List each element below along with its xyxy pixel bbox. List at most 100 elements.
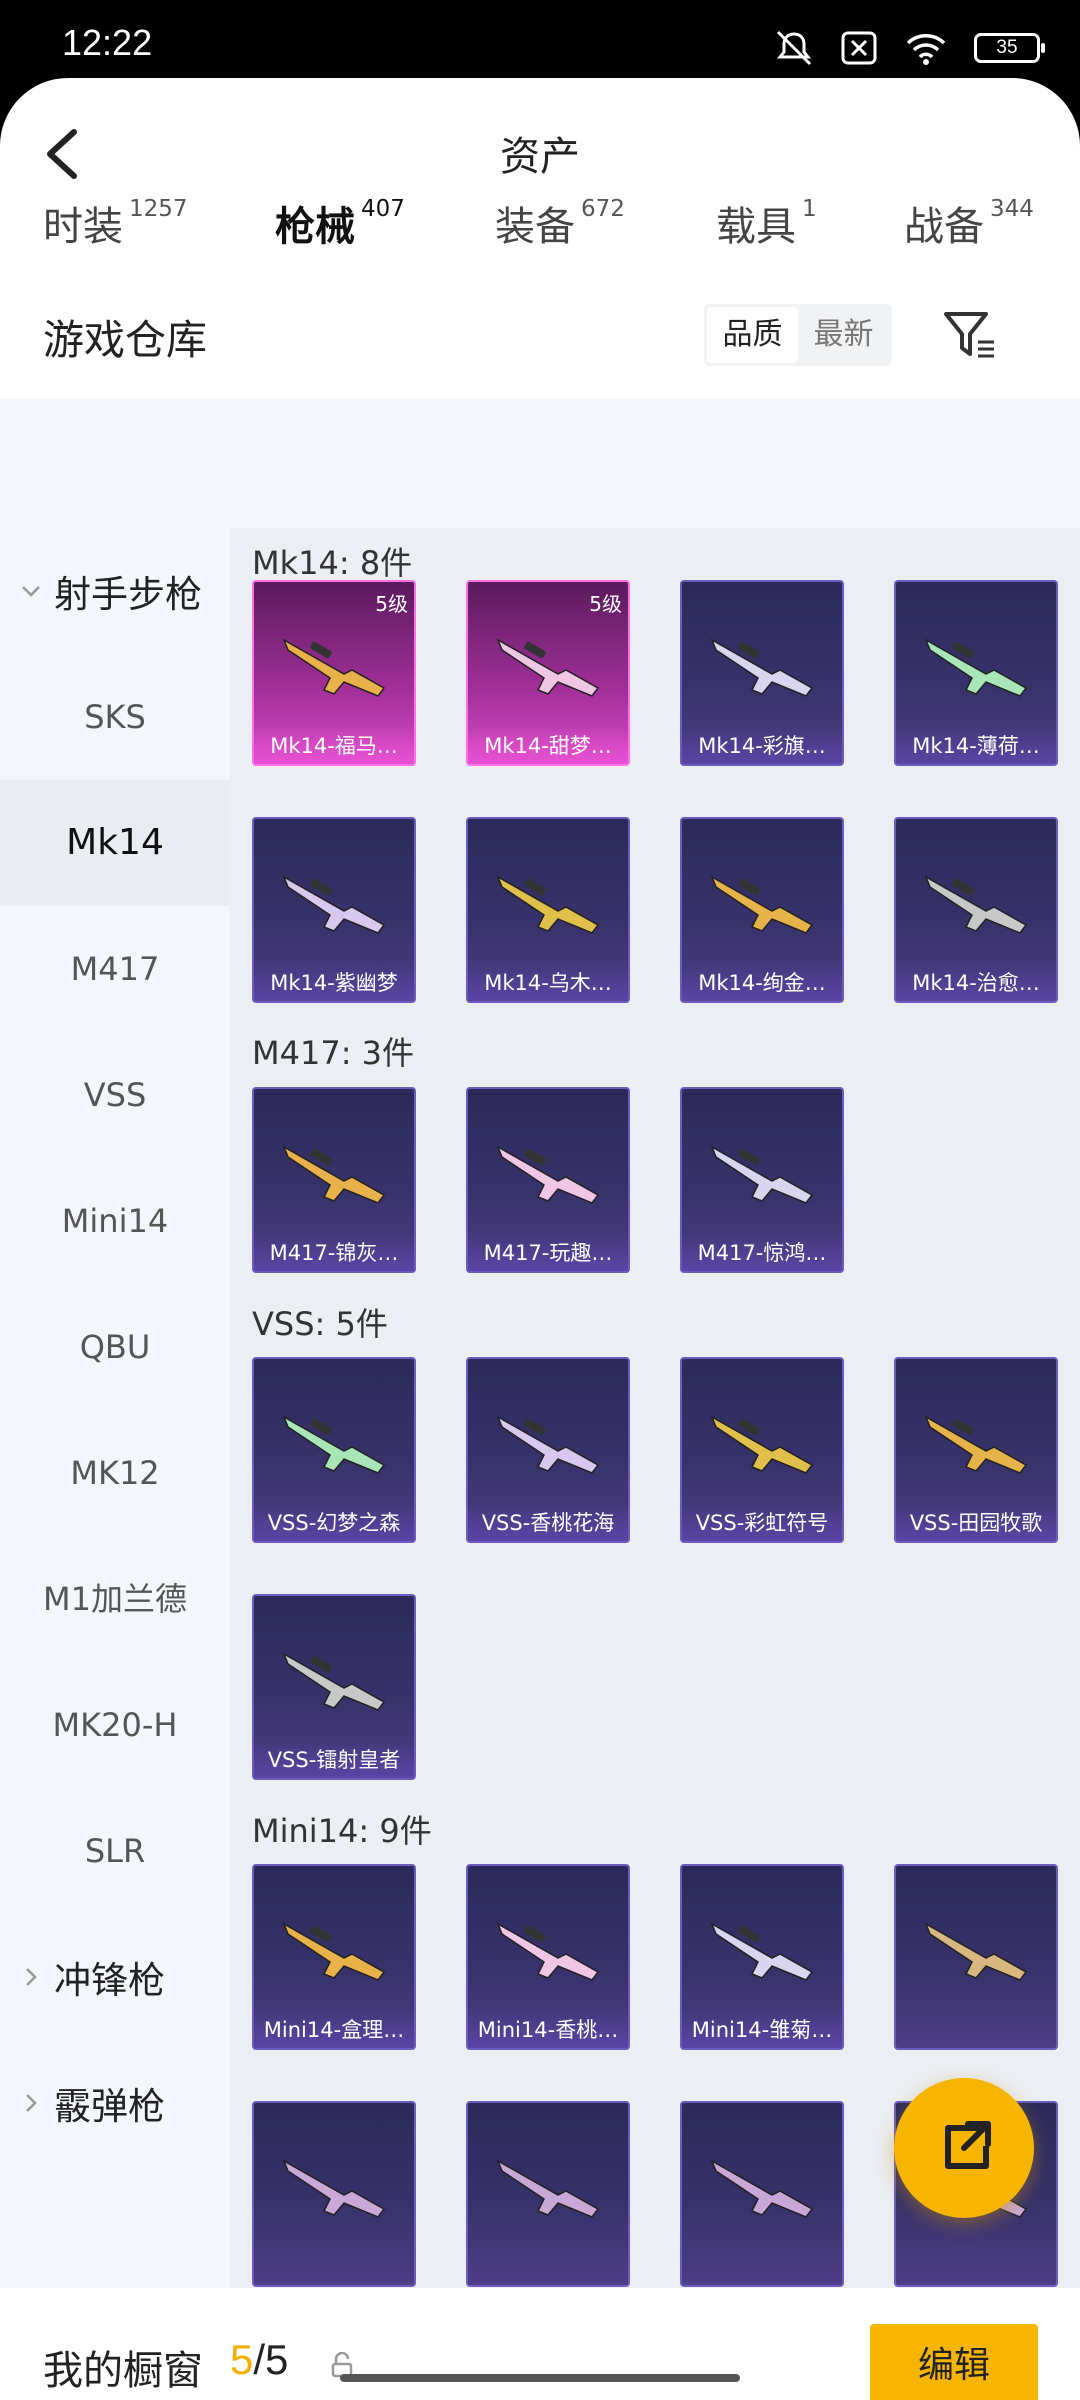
sidebar-group-shotgun[interactable]: 霰弹枪 [0, 2040, 230, 2166]
rifle-icon [710, 2159, 814, 2218]
skin-name: VSS-田园牧歌 [896, 1505, 1056, 1541]
sort-newest-button[interactable]: 最新 [798, 307, 889, 363]
rifle-icon [710, 1415, 814, 1474]
skin-card[interactable]: M417-玩趣… [466, 1087, 630, 1273]
skin-card[interactable]: VSS-田园牧歌 [894, 1357, 1058, 1543]
tab-equipment[interactable]: 装备 672 [495, 194, 625, 254]
showcase-bar: 我的橱窗 5/5 编辑 [0, 2288, 1080, 2400]
rifle-icon [924, 875, 1028, 934]
status-time: 12:22 [62, 22, 153, 63]
tab-count: 407 [361, 196, 405, 222]
skin-card[interactable]: M417-锦灰… [252, 1087, 416, 1273]
skin-card[interactable]: Mk14-治愈… [894, 817, 1058, 1003]
sidebar-item-qbu[interactable]: QBU [0, 1284, 230, 1410]
skin-card[interactable]: Mini14-雏菊… [680, 1864, 844, 2050]
sidebar-item-mk14[interactable]: Mk14 [0, 780, 230, 906]
rifle-icon [282, 875, 386, 934]
rifle-icon [710, 875, 814, 934]
skin-card[interactable]: 5级 Mk14-甜梦… [466, 580, 630, 766]
sim-off-icon [841, 31, 877, 65]
tab-fashion[interactable]: 时装 1257 [43, 194, 188, 254]
sidebar-item-mk12[interactable]: MK12 [0, 1410, 230, 1536]
skin-card[interactable] [894, 1864, 1058, 2050]
rifle-icon [924, 638, 1028, 697]
skin-card[interactable] [680, 2101, 844, 2287]
sort-quality-button[interactable]: 品质 [707, 307, 798, 363]
tab-label: 战备 [904, 204, 984, 250]
sidebar-group-label: 射手步枪 [54, 573, 202, 616]
share-icon [945, 2121, 991, 2169]
skin-name: Mini14-香桃… [468, 2012, 628, 2048]
rifle-icon [496, 1415, 600, 1474]
skin-card[interactable]: 5级 Mk14-福马… [252, 580, 416, 766]
tab-label: 载具 [716, 204, 796, 250]
tab-firearms[interactable]: 枪械 407 [275, 194, 405, 254]
skin-card[interactable]: Mk14-彩旗… [680, 580, 844, 766]
skin-card[interactable]: Mk14-紫幽梦 [252, 817, 416, 1003]
skin-name: VSS-香桃花海 [468, 1505, 628, 1541]
share-button[interactable] [894, 2078, 1034, 2218]
status-bar: 12:22 35 [0, 0, 1080, 78]
chevron-down-icon [22, 586, 40, 597]
skin-card[interactable]: Mini14-盒理… [252, 1864, 416, 2050]
group-title: Mini14: 9件 [252, 1812, 432, 1850]
skin-name: Mk14-福马… [254, 728, 414, 764]
edit-button[interactable]: 编辑 [870, 2324, 1038, 2400]
tab-label: 装备 [495, 204, 575, 250]
filter-icon[interactable] [940, 304, 1000, 364]
tab-count: 672 [581, 196, 625, 222]
sidebar-item-sks[interactable]: SKS [0, 654, 230, 780]
rifle-icon [924, 1922, 1028, 1981]
wifi-icon [906, 34, 946, 65]
skin-name: Mk14-绚金… [682, 965, 842, 1001]
showcase-label: 我的橱窗 [43, 2348, 203, 2394]
sidebar-item-mk20h[interactable]: MK20-H [0, 1662, 230, 1788]
asset-sheet: 资产 游戏仓库 品质 最新 时装 1257 枪械 407 装备 672 载具 1 战备 3… [0, 78, 1080, 2400]
skin-card[interactable]: VSS-香桃花海 [466, 1357, 630, 1543]
skin-card[interactable]: VSS-镭射皇者 [252, 1594, 416, 1780]
rifle-icon [710, 1145, 814, 1204]
skin-card[interactable] [252, 2101, 416, 2287]
sidebar-item-m417[interactable]: M417 [0, 906, 230, 1032]
skin-name: Mini14-雏菊… [682, 2012, 842, 2048]
skin-card[interactable]: Mk14-绚金… [680, 817, 844, 1003]
category-tabs [0, 398, 1080, 528]
skin-name: Mk14-治愈… [896, 965, 1056, 1001]
skin-grid: Mk14: 8件 M417: 3件 VSS: 5件 Mini14: 9件 5级 M… [230, 528, 1080, 2288]
skin-card[interactable]: VSS-彩虹符号 [680, 1357, 844, 1543]
tab-vehicles[interactable]: 载具 1 [716, 194, 817, 254]
weapon-sidebar: 射手步枪 SKS Mk14 M417 VSS Mini14 QBU MK12 M… [0, 528, 230, 2288]
sidebar-group-smg[interactable]: 冲锋枪 [0, 1914, 230, 2040]
sidebar-item-m1-garand[interactable]: M1加兰德 [0, 1536, 230, 1662]
sidebar-item-vss[interactable]: VSS [0, 1032, 230, 1158]
rifle-icon [282, 1145, 386, 1204]
group-title: Mk14: 8件 [252, 544, 413, 582]
skin-name: M417-锦灰… [254, 1235, 414, 1271]
skin-card[interactable]: VSS-幻梦之森 [252, 1357, 416, 1543]
skin-card[interactable]: M417-惊鸿… [680, 1087, 844, 1273]
skin-name: Mk14-紫幽梦 [254, 965, 414, 1001]
rifle-icon [496, 1922, 600, 1981]
sidebar-group-marksman[interactable]: 射手步枪 [0, 528, 230, 654]
rifle-icon [496, 875, 600, 934]
rifle-icon [924, 1415, 1028, 1474]
tab-supplies[interactable]: 战备 344 [904, 194, 1034, 254]
skin-card[interactable]: Mk14-薄荷… [894, 580, 1058, 766]
skin-name: VSS-镭射皇者 [254, 1742, 414, 1778]
skin-card[interactable]: Mk14-乌木… [466, 817, 630, 1003]
sidebar-group-label: 霰弹枪 [54, 2085, 165, 2128]
sidebar-item-mini14[interactable]: Mini14 [0, 1158, 230, 1284]
sidebar-item-slr[interactable]: SLR [0, 1788, 230, 1914]
skin-name: Mini14-盒理… [254, 2012, 414, 2048]
skin-name: VSS-幻梦之森 [254, 1505, 414, 1541]
rifle-icon [282, 1415, 386, 1474]
rifle-icon [282, 1652, 386, 1711]
showcase-count: 5/5 [230, 2336, 288, 2384]
skin-card[interactable] [466, 2101, 630, 2287]
chevron-right-icon [26, 2094, 37, 2112]
tab-label: 枪械 [275, 204, 355, 250]
showcase-used: 5 [230, 2336, 254, 2383]
skin-name: Mk14-薄荷… [896, 728, 1056, 764]
rifle-icon [282, 638, 386, 697]
skin-card[interactable]: Mini14-香桃… [466, 1864, 630, 2050]
